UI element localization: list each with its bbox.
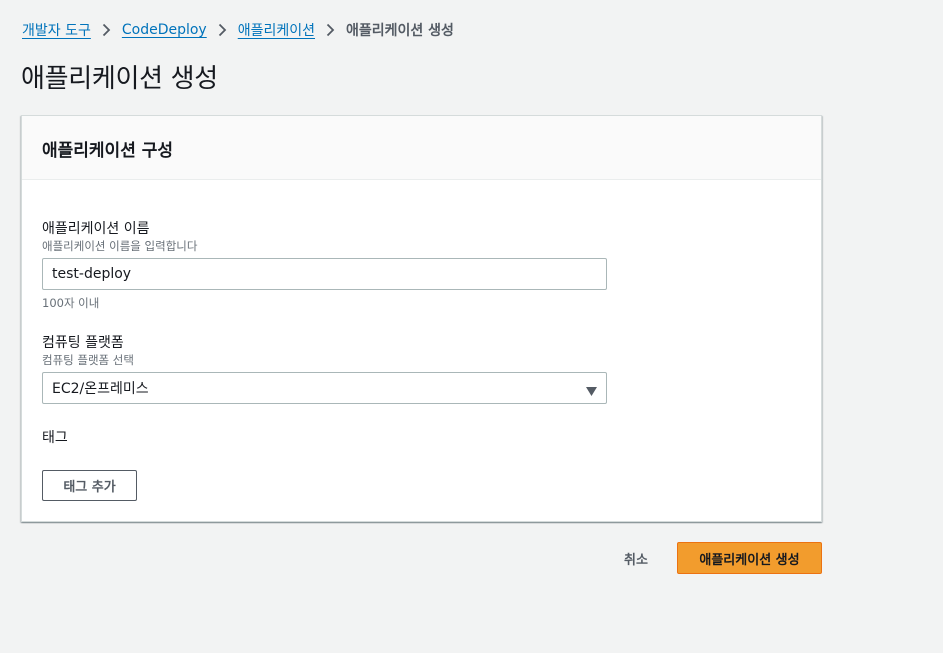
breadcrumb-developer-tools[interactable]: 개발자 도구 [22, 20, 91, 40]
add-tag-button[interactable]: 태그 추가 [42, 470, 137, 501]
chevron-right-icon [218, 23, 228, 37]
app-name-label: 애플리케이션 이름 [42, 221, 150, 237]
app-name-input[interactable] [42, 258, 607, 290]
page-title: 애플리케이션 생성 [21, 64, 218, 94]
caret-down-icon [586, 384, 597, 396]
platform-label: 컴퓨팅 플랫폼 [42, 335, 124, 351]
cancel-button[interactable]: 취소 [612, 542, 660, 574]
app-name-constraint: 100자 이내 [42, 296, 100, 310]
chevron-right-icon [102, 23, 112, 37]
platform-description: 컴퓨팅 플랫폼 선택 [42, 353, 134, 367]
breadcrumb-codedeploy[interactable]: CodeDeploy [122, 22, 207, 38]
breadcrumb-applications[interactable]: 애플리케이션 [238, 20, 315, 40]
app-name-description: 애플리케이션 이름을 입력합니다 [42, 239, 198, 253]
create-application-button[interactable]: 애플리케이션 생성 [677, 542, 822, 574]
panel-header: 애플리케이션 구성 [22, 116, 821, 180]
application-config-panel: 애플리케이션 구성 애플리케이션 이름 애플리케이션 이름을 입력합니다 100… [21, 115, 822, 522]
chevron-right-icon [326, 23, 336, 37]
breadcrumb-current: 애플리케이션 생성 [346, 23, 454, 39]
platform-selected-value: EC2/온프레미스 [52, 381, 149, 397]
tags-label: 태그 [42, 430, 68, 446]
breadcrumb: 개발자 도구 CodeDeploy 애플리케이션 애플리케이션 생성 [22, 20, 454, 40]
platform-select[interactable]: EC2/온프레미스 [42, 372, 607, 404]
panel-title: 애플리케이션 구성 [42, 141, 174, 161]
